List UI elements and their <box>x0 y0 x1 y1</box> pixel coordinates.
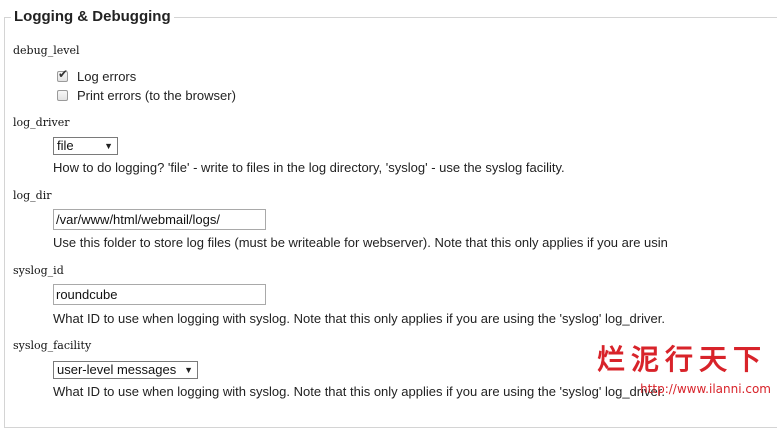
print-errors-checkbox[interactable] <box>57 89 68 101</box>
print-errors-label: Print errors (to the browser) <box>77 87 236 103</box>
chevron-down-icon: ▼ <box>184 365 193 375</box>
chevron-down-icon: ▼ <box>104 141 113 151</box>
log-errors-checkbox[interactable]: ✔ <box>57 67 68 82</box>
log-dir-description: Use this folder to store log files (must… <box>53 235 668 250</box>
syslog-id-key: syslog_id <box>13 264 64 277</box>
debug-level-key: debug_level <box>13 44 80 57</box>
log-dir-input[interactable]: /var/www/html/webmail/logs/ <box>53 209 266 230</box>
log-driver-selected: file <box>57 138 74 153</box>
section-legend: Logging & Debugging <box>14 8 171 25</box>
syslog-facility-description: What ID to use when logging with syslog.… <box>53 384 665 399</box>
log-driver-select[interactable]: file ▼ <box>53 137 118 155</box>
debug-level-option-log-errors[interactable]: ✔ Log errors <box>57 67 137 84</box>
log-driver-description: How to do logging? 'file' - write to fil… <box>53 160 565 175</box>
checkmark-icon: ✔ <box>58 66 69 81</box>
log-dir-key: log_dir <box>13 189 52 202</box>
log-errors-label: Log errors <box>77 68 137 84</box>
syslog-facility-key: syslog_facility <box>13 339 92 352</box>
syslog-id-description: What ID to use when logging with syslog.… <box>53 311 665 326</box>
syslog-id-input[interactable]: roundcube <box>53 284 266 305</box>
syslog-facility-selected: user-level messages <box>57 362 177 377</box>
log-driver-key: log_driver <box>13 116 70 129</box>
debug-level-option-print-errors[interactable]: Print errors (to the browser) <box>57 87 236 103</box>
syslog-facility-select[interactable]: user-level messages ▼ <box>53 361 198 379</box>
